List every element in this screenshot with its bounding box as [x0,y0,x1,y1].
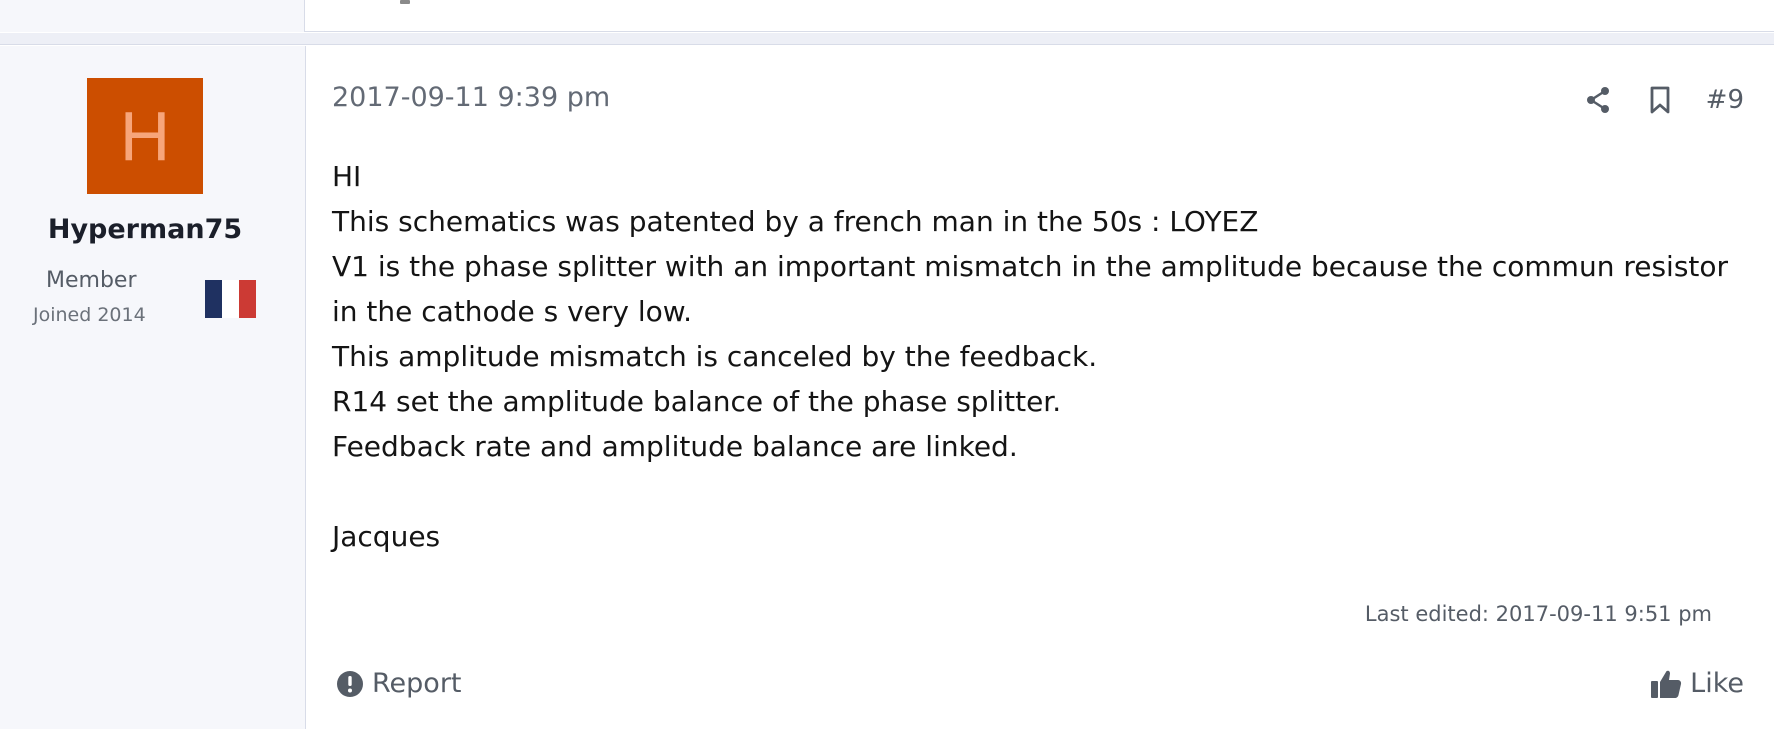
flag-stripe-blue [205,280,222,318]
bookmark-icon[interactable] [1644,84,1676,116]
france-flag-icon [205,280,256,318]
post-author-sidebar: H Hyperman75 Member Joined 2014 [0,46,306,729]
post-actions: #9 [1582,84,1744,116]
user-title: Member [46,268,137,293]
previous-post-text-fragment [400,0,410,4]
flag-stripe-white [222,280,239,318]
previous-post-remnant [0,0,1774,32]
like-label: Like [1690,668,1744,699]
joined-date: Joined 2014 [33,304,146,326]
post-body: HI This schematics was patented by a fre… [332,154,1752,559]
post-signature: Jacques [332,520,441,553]
username[interactable]: Hyperman75 [0,214,290,245]
forum-post: H Hyperman75 Member Joined 2014 2017-09-… [0,46,1774,729]
last-edited[interactable]: Last edited: 2017-09-11 9:51 pm [1365,602,1712,626]
post-line: R14 set the amplitude balance of the pha… [332,385,1062,418]
post-line-blank [332,469,1752,514]
previous-post-sidebar [0,0,305,32]
flag-stripe-red [239,280,256,318]
post-line: This amplitude mismatch is canceled by t… [332,340,1098,373]
report-icon [337,670,363,697]
report-button[interactable]: Report [336,668,462,699]
post-line: V1 is the phase splitter with an importa… [332,250,1729,283]
post-date[interactable]: 2017-09-11 9:39 pm [332,82,610,113]
avatar[interactable]: H [87,78,203,194]
post-main: 2017-09-11 9:39 pm #9 HI This schematics… [332,46,1772,729]
post-line: Feedback rate and amplitude balance are … [332,430,1018,463]
report-label: Report [372,668,462,699]
share-icon[interactable] [1582,84,1614,116]
like-button[interactable]: Like [1650,668,1744,699]
post-line: HI [332,160,362,193]
post-separator [0,33,1774,45]
post-line: in the cathode s very low. [332,295,692,328]
post-footer: Report Like [332,668,1772,708]
thumbs-up-icon [1651,670,1682,698]
post-line: This schematics was patented by a french… [332,205,1259,238]
post-number-link[interactable]: #9 [1706,85,1744,115]
